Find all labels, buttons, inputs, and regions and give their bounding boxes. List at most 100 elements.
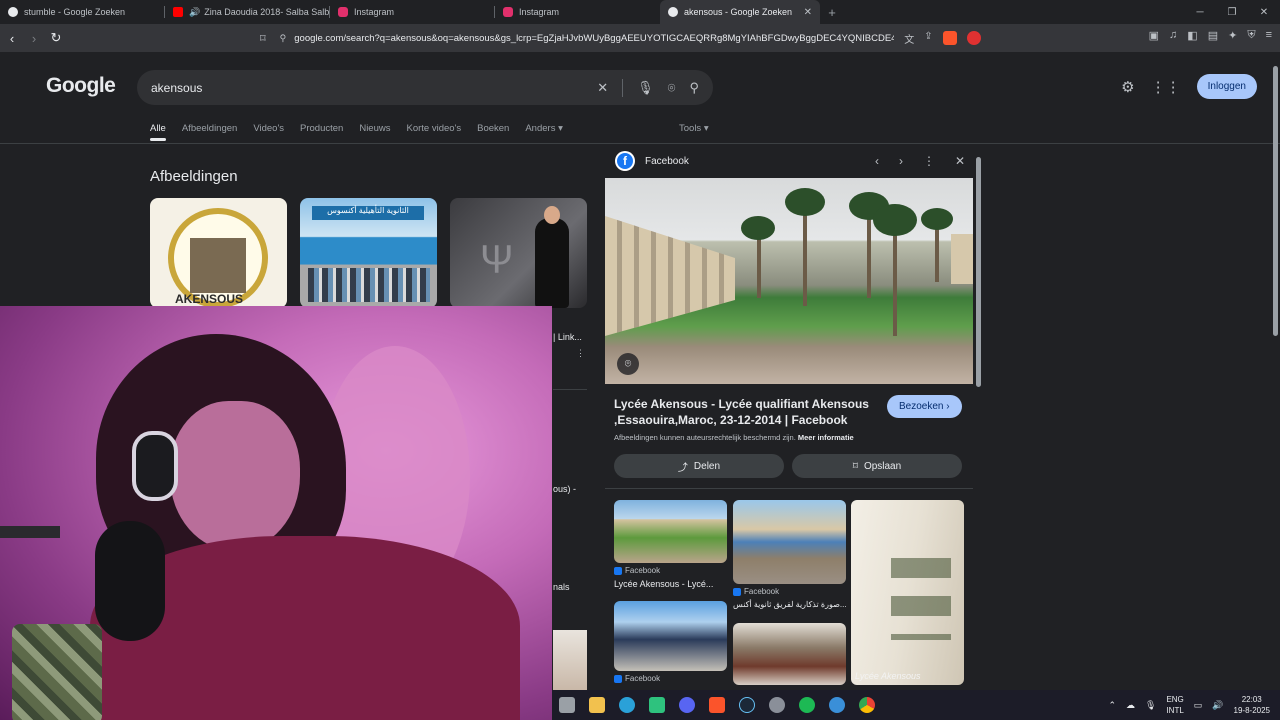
camera-search-icon[interactable]: ⌾ — [668, 80, 676, 96]
close-tab-icon[interactable]: ✕ — [804, 7, 812, 18]
google-logo[interactable]: Google — [46, 74, 116, 98]
steam-icon[interactable] — [732, 690, 762, 720]
edge-icon[interactable] — [612, 690, 642, 720]
xbox-icon[interactable] — [642, 690, 672, 720]
spotify-icon[interactable] — [792, 690, 822, 720]
tools-menu[interactable]: Tools ▾ — [679, 123, 709, 134]
task-view-icon[interactable] — [552, 690, 582, 720]
tab-images[interactable]: Afbeeldingen — [182, 123, 237, 134]
tab-all[interactable]: Alle — [150, 123, 166, 141]
tab-stumble[interactable]: stumble - Google Zoeken — [0, 0, 165, 24]
related-image[interactable] — [614, 601, 727, 671]
globe-icon[interactable] — [822, 690, 852, 720]
menu-icon[interactable]: ≡ — [1266, 29, 1272, 42]
tab-short-videos[interactable]: Korte video's — [406, 123, 461, 134]
restore-icon[interactable]: ❐ — [1216, 7, 1248, 18]
image-result-woman[interactable]: Ψ — [450, 198, 587, 308]
speaker-icon[interactable]: 🔊 — [189, 7, 200, 18]
related-image[interactable] — [733, 500, 846, 584]
language-indicator[interactable]: ENG INTL — [1166, 694, 1183, 716]
share-button[interactable]: ⤴ Delen — [614, 454, 784, 478]
visit-button[interactable]: Bezoeken › — [887, 395, 962, 418]
forward-icon[interactable]: › — [24, 31, 44, 46]
tab-akensous[interactable]: akensous - Google Zoeken ✕ — [660, 0, 820, 24]
palm-crown — [785, 188, 825, 216]
file-explorer-icon[interactable] — [582, 690, 612, 720]
site-info-icon[interactable]: ⚲ — [280, 33, 287, 44]
display-icon[interactable]: ▭ — [1194, 700, 1203, 711]
settings-gear-icon[interactable]: ⚙ — [1121, 78, 1134, 96]
camo-mug — [12, 624, 102, 720]
close-window-icon[interactable]: ✕ — [1248, 7, 1280, 18]
woman-figure — [535, 218, 569, 308]
back-icon[interactable]: ‹ — [2, 31, 22, 46]
related-caption[interactable]: صورة تذكارية لفريق ثانوية أكنس... — [733, 600, 847, 609]
search-box[interactable]: ✕ 🎙 ⌾ ⚲ — [137, 70, 713, 105]
search-icon[interactable]: ⚲ — [689, 80, 699, 96]
music-icon[interactable]: ♫ — [1169, 29, 1177, 42]
preview-image[interactable]: ⌾ — [605, 178, 973, 384]
apps-grid-icon[interactable]: ⋮⋮ — [1151, 78, 1181, 96]
screenshot-icon[interactable]: ▣ — [1149, 29, 1159, 42]
related-image[interactable]: Lycée Akensous — [851, 500, 964, 685]
tab-instagram-2[interactable]: Instagram — [495, 0, 660, 24]
panel-source[interactable]: Facebook — [645, 156, 689, 167]
url-text[interactable]: google.com/search?q=akensous&oq=akensous… — [294, 33, 894, 44]
tab-videos[interactable]: Video's — [253, 123, 284, 134]
chevron-up-icon[interactable]: ⌃ — [1108, 700, 1116, 711]
headphones — [132, 431, 178, 501]
more-info-link[interactable]: Meer informatie — [798, 433, 854, 442]
vpn-icon[interactable]: ⛨ — [1247, 29, 1255, 42]
new-tab-button[interactable]: + — [820, 5, 844, 20]
settings-icon[interactable] — [762, 690, 792, 720]
tab-news[interactable]: Nieuws — [359, 123, 390, 134]
scrollbar-thumb[interactable] — [976, 157, 981, 387]
reload-icon[interactable]: ↻ — [46, 30, 66, 46]
microphone-icon[interactable]: 🎙 — [637, 80, 654, 96]
tab-title: Zina Daoudia 2018- Salba Salba — [204, 7, 330, 17]
related-caption[interactable]: Lycée Akensous - Lycé... — [614, 579, 713, 589]
login-button[interactable]: Inloggen — [1196, 74, 1257, 99]
wallet-icon[interactable]: ▤ — [1208, 29, 1218, 42]
microphone-icon[interactable]: 🎙 — [1145, 700, 1156, 711]
address-bar[interactable]: ⌑ ⚲ google.com/search?q=akensous&oq=aken… — [250, 27, 1000, 49]
google-lens-icon[interactable]: ⌾ — [617, 353, 639, 375]
discord-icon[interactable] — [672, 690, 702, 720]
volume-icon[interactable]: 🔊 — [1212, 700, 1223, 711]
image-result-logo[interactable]: AKENSOUS — [150, 198, 287, 308]
next-icon[interactable]: › — [899, 154, 903, 168]
more-options-icon[interactable]: ⋮ — [576, 348, 585, 359]
leo-ai-icon[interactable]: ✦ — [1228, 29, 1237, 42]
cloud-icon[interactable]: ☁ — [1126, 700, 1135, 711]
scrollbar-thumb[interactable] — [1273, 66, 1278, 336]
clock[interactable]: 22:03 19-8-2025 — [1234, 694, 1270, 716]
panel-title[interactable]: Lycée Akensous - Lycée qualifiant Akenso… — [614, 396, 884, 428]
panel-scrollbar[interactable] — [975, 145, 981, 690]
tab-youtube[interactable]: 🔊 Zina Daoudia 2018- Salba Salba — [165, 0, 330, 24]
bookmark-icon[interactable]: ⌑ — [260, 32, 266, 45]
tab-instagram-1[interactable]: Instagram — [330, 0, 495, 24]
tab-books[interactable]: Boeken — [477, 123, 509, 134]
brave-shields-icon[interactable] — [942, 30, 957, 45]
result-thumbnail-partial[interactable] — [553, 630, 587, 690]
tab-more[interactable]: Anders ▾ — [525, 123, 563, 134]
minimize-icon[interactable]: ─ — [1184, 7, 1216, 18]
clear-icon[interactable]: ✕ — [597, 80, 608, 96]
tab-products[interactable]: Producten — [300, 123, 343, 134]
sidebar-icon[interactable]: ◧ — [1187, 29, 1197, 42]
related-image[interactable] — [733, 623, 846, 685]
translate-icon[interactable]: 文 — [904, 31, 914, 46]
more-options-icon[interactable]: ⋮ — [923, 154, 935, 168]
related-image[interactable] — [614, 500, 727, 563]
share-icon[interactable]: ⇪ — [924, 31, 932, 46]
previous-icon[interactable]: ‹ — [875, 154, 879, 168]
close-panel-icon[interactable]: ✕ — [955, 154, 965, 168]
image-result-school-group[interactable]: الثانوية التأهيلية أكنسوس — [300, 198, 437, 308]
search-input[interactable] — [151, 80, 584, 95]
chrome-icon[interactable] — [852, 690, 882, 720]
brave-rewards-icon[interactable] — [966, 30, 981, 45]
page-scrollbar[interactable] — [1272, 52, 1278, 690]
woman-face — [544, 206, 560, 224]
save-button[interactable]: ⌑ Opslaan — [792, 454, 962, 478]
brave-icon[interactable] — [702, 690, 732, 720]
